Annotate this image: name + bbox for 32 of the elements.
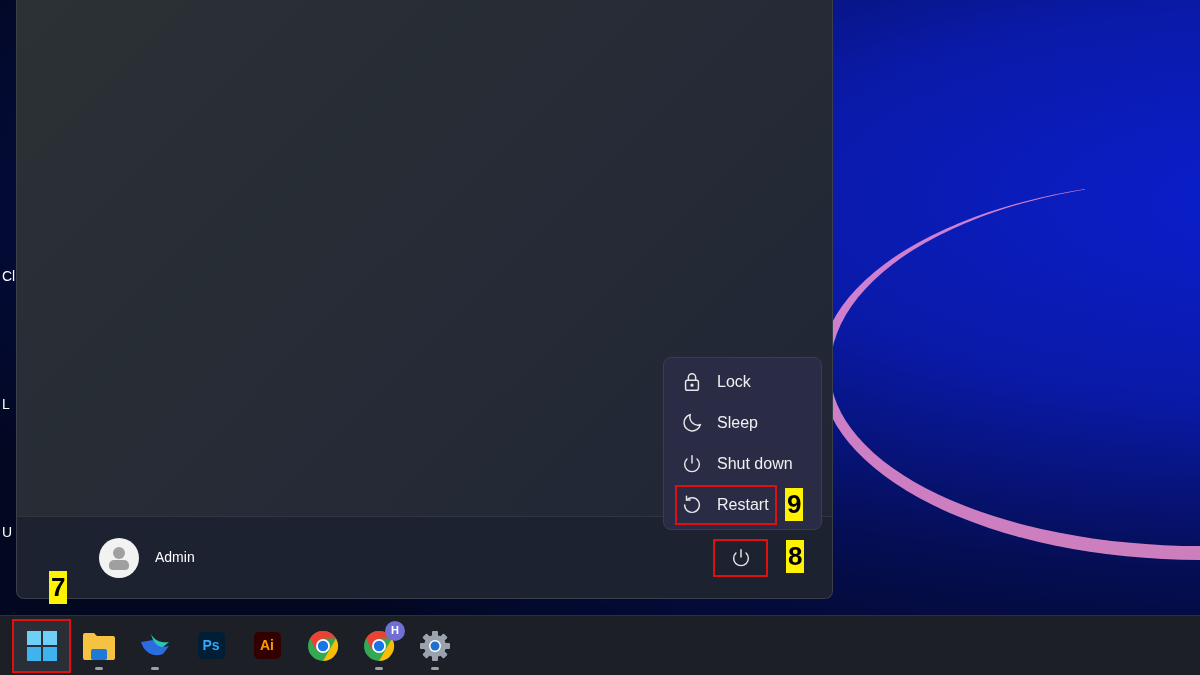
annotation-number: 7 bbox=[49, 570, 68, 604]
profile-badge: H bbox=[385, 620, 405, 641]
user-avatar-icon bbox=[99, 537, 139, 578]
power-menu-item[interactable]: Sleep bbox=[675, 403, 766, 443]
power-menu-item[interactable]: Shut down bbox=[675, 444, 801, 484]
running-indicator bbox=[95, 666, 103, 670]
annotation-number: 8 bbox=[786, 539, 805, 573]
folder-icon bbox=[83, 631, 115, 660]
user-account[interactable]: Admin bbox=[99, 537, 195, 578]
power-menu-item[interactable]: Lock bbox=[675, 362, 759, 402]
windows-logo-icon bbox=[26, 630, 57, 661]
power-icon bbox=[681, 453, 703, 475]
taskbar-app-button[interactable]: Ai bbox=[239, 618, 295, 673]
taskbar-app-button[interactable]: Ps bbox=[183, 618, 239, 673]
running-indicator bbox=[431, 666, 439, 670]
desktop-icon-label: L bbox=[2, 395, 10, 414]
desktop-icon-label: Cl bbox=[2, 267, 16, 286]
browser-icon bbox=[307, 629, 339, 662]
power-menu-item[interactable]: Restart bbox=[675, 485, 777, 525]
taskbar-app-button[interactable]: H bbox=[351, 618, 407, 673]
running-indicator bbox=[151, 666, 159, 670]
annotation-number: 9 bbox=[785, 488, 804, 521]
running-indicator bbox=[375, 666, 383, 670]
moon-icon bbox=[681, 412, 703, 434]
app-icon: Ps bbox=[197, 632, 225, 659]
desktop-icon-label: U bbox=[2, 523, 13, 542]
settings-icon bbox=[419, 629, 451, 662]
restart-icon bbox=[681, 494, 703, 516]
power-button[interactable] bbox=[713, 538, 768, 577]
user-name: Admin bbox=[155, 548, 195, 567]
start-button[interactable] bbox=[12, 618, 71, 673]
app-icon: Ai bbox=[253, 632, 281, 659]
